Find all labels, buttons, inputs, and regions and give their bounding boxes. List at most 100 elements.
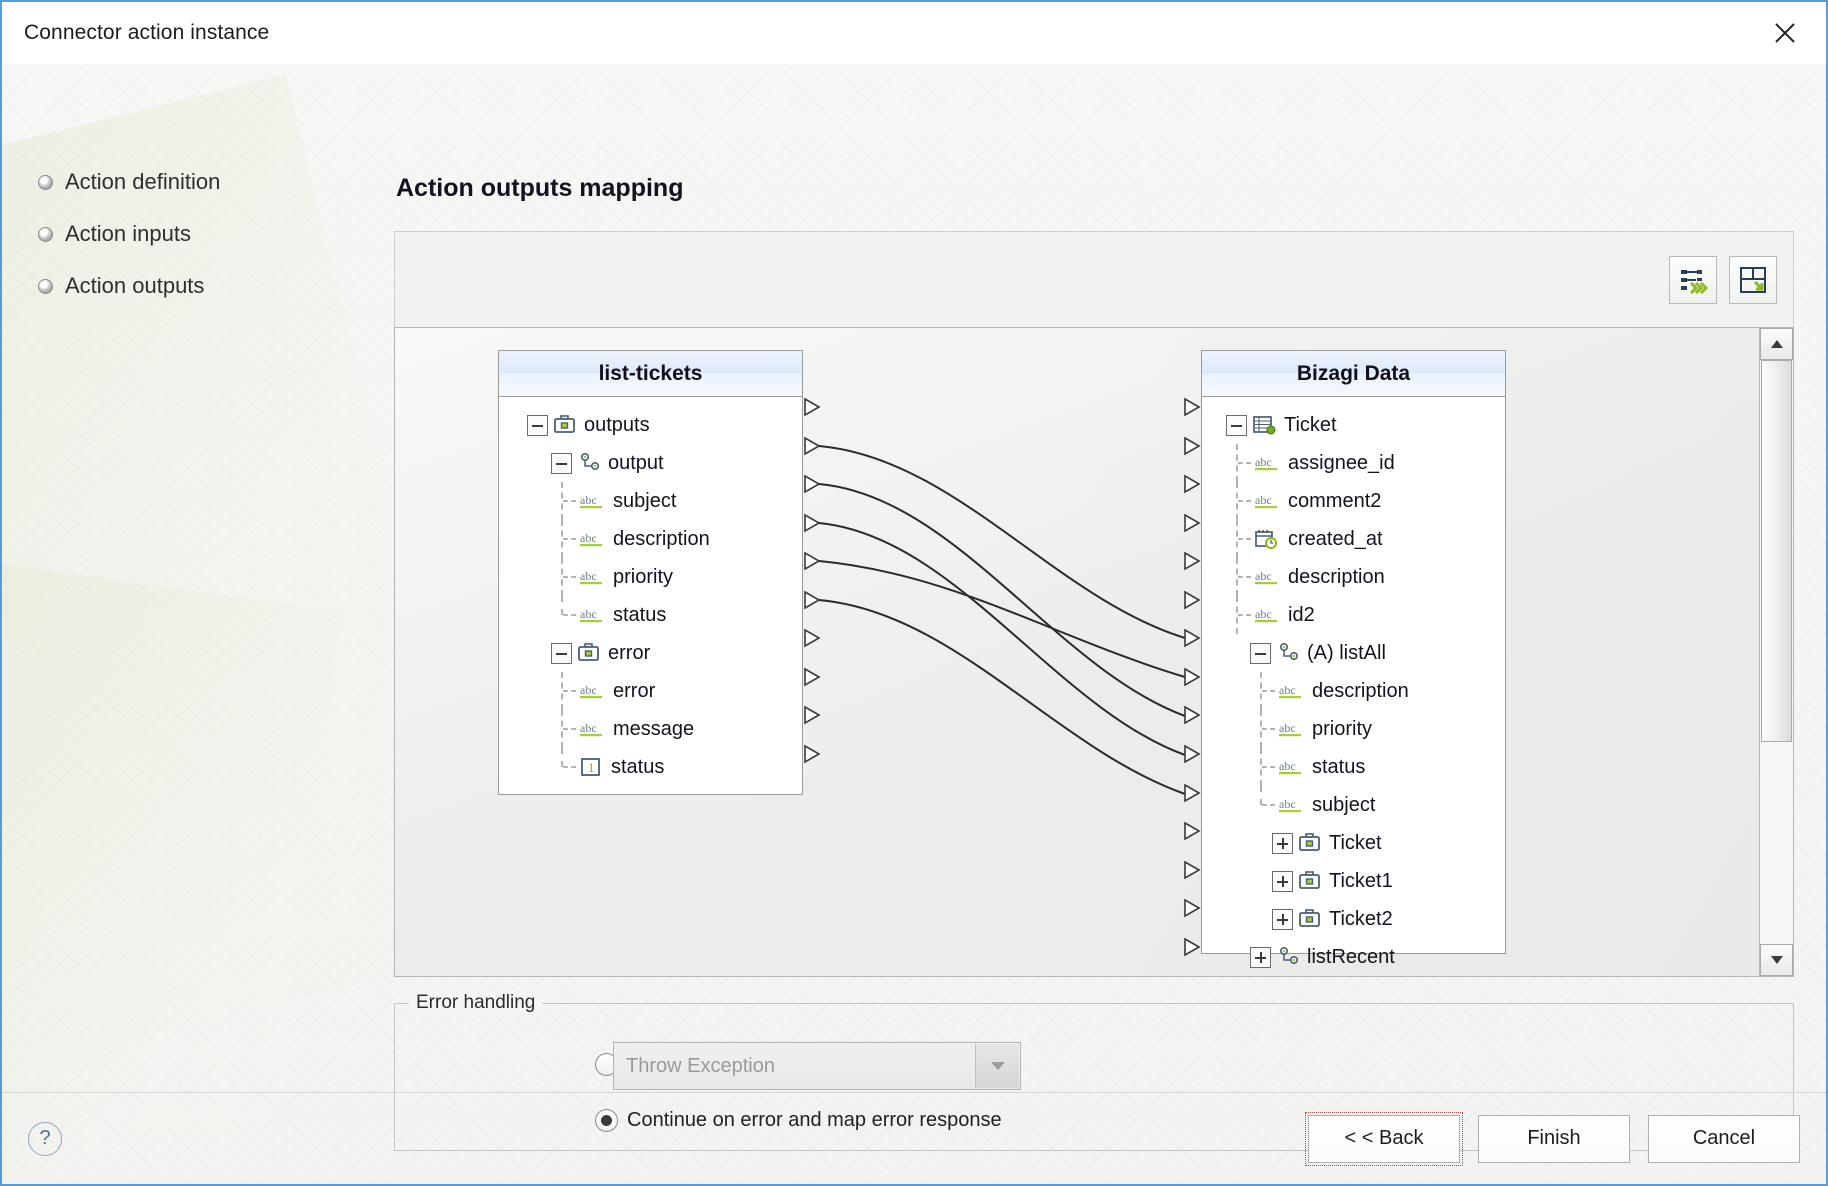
tree-node-assignee-id[interactable]: abc assignee_id [1202, 444, 1505, 482]
scrollbar-track[interactable] [1760, 360, 1793, 944]
tree-guide [1232, 558, 1254, 596]
tree-guide [557, 558, 579, 596]
sidebar-item-action-definition[interactable]: Action definition [38, 156, 338, 208]
tree-node-listall-status[interactable]: abc status [1202, 748, 1505, 786]
scrollbar-thumb[interactable] [1761, 360, 1792, 742]
help-icon[interactable]: ? [28, 1121, 62, 1156]
scroll-up-icon[interactable] [1760, 328, 1793, 360]
target-tree-nodes: Ticket abc assignee_id abc comment2 crea… [1202, 397, 1505, 976]
tree-node-listall[interactable]: (A) listAll [1202, 634, 1505, 672]
tree-node-status-number[interactable]: 1 status [499, 748, 802, 786]
tree-node-comment2[interactable]: abc comment2 [1202, 482, 1505, 520]
tree-node-outputs[interactable]: outputs [499, 406, 802, 444]
expander-icon[interactable] [551, 452, 572, 474]
expander-icon[interactable] [1272, 832, 1293, 854]
tree-guide [1256, 748, 1278, 786]
tree-guide [1256, 786, 1278, 824]
sidebar-item-label: Action inputs [65, 221, 191, 246]
tree-node-label: error [608, 641, 651, 664]
cancel-button[interactable]: Cancel [1648, 1114, 1800, 1163]
tree-guide [557, 748, 579, 786]
expander-icon[interactable] [551, 642, 572, 664]
tree-node-ticket-entity[interactable]: Ticket [1202, 406, 1505, 444]
source-tree-title: list-tickets [499, 351, 802, 397]
svg-text:abc: abc [1279, 683, 1296, 697]
svg-text:abc: abc [580, 569, 597, 583]
back-button[interactable]: < < Back [1305, 1111, 1463, 1166]
tree-node-priority[interactable]: abc priority [499, 558, 802, 596]
abc-icon: abc [579, 681, 605, 701]
svg-text:abc: abc [580, 683, 597, 697]
svg-text:1: 1 [588, 760, 595, 775]
expander-icon[interactable] [1272, 908, 1293, 930]
sidebar-item-action-outputs[interactable]: Action outputs [38, 260, 338, 312]
auto-link-icon[interactable] [1669, 255, 1717, 304]
expander-icon[interactable] [1226, 414, 1247, 436]
sidebar-item-action-inputs[interactable]: Action inputs [38, 208, 338, 260]
tree-node-label: subject [1312, 793, 1376, 816]
expander-icon[interactable] [527, 414, 548, 436]
step-bullet-icon [38, 226, 53, 242]
tree-node-listall-description[interactable]: abc description [1202, 672, 1505, 710]
tree-node-ticket1[interactable]: Ticket1 [1202, 862, 1505, 900]
tree-node-label: Ticket1 [1329, 869, 1393, 892]
abc-icon: abc [1254, 605, 1280, 625]
svg-text:abc: abc [1255, 493, 1272, 507]
tree-guide [1232, 520, 1254, 558]
tree-guide [1256, 710, 1278, 748]
tree-node-label: Ticket2 [1329, 907, 1393, 930]
tree-node-label: output [608, 451, 664, 474]
dialog-body: Action definition Action inputs Action o… [2, 64, 1826, 1184]
tree-node-id2[interactable]: abc id2 [1202, 596, 1505, 634]
tree-node-listall-priority[interactable]: abc priority [1202, 710, 1505, 748]
tree-node-listrecent[interactable]: listRecent [1202, 938, 1505, 976]
sidebar-item-label: Action outputs [65, 273, 205, 298]
tree-node-label: priority [613, 565, 674, 588]
tree-node-status[interactable]: abc status [499, 596, 802, 634]
tree-node-description[interactable]: abc description [499, 520, 802, 558]
tree-node-description[interactable]: abc description [1202, 558, 1505, 596]
tree-node-label: listRecent [1307, 945, 1395, 968]
finish-button[interactable]: Finish [1478, 1114, 1630, 1163]
abc-icon: abc [579, 529, 605, 549]
abc-icon: abc [1254, 567, 1280, 587]
chevron-down-icon[interactable] [975, 1044, 1019, 1088]
dialog-window: Connector action instance Action definit… [0, 0, 1828, 1186]
tree-node-label: status [611, 755, 665, 778]
close-icon[interactable] [1762, 12, 1808, 54]
expander-icon[interactable] [1250, 642, 1271, 664]
scroll-down-icon[interactable] [1760, 944, 1793, 976]
error-action-select[interactable]: Throw Exception [613, 1042, 1021, 1090]
tree-node-label: message [613, 717, 695, 740]
target-tree-title: Bizagi Data [1202, 351, 1505, 397]
error-leads-to-row: An error leads to [395, 1038, 1793, 1090]
briefcase-icon [577, 642, 600, 664]
expander-icon[interactable] [1272, 870, 1293, 892]
save-layout-icon[interactable] [1729, 255, 1777, 304]
entity-icon [1252, 414, 1276, 436]
tree-guide [1232, 444, 1254, 482]
vertical-scrollbar[interactable] [1759, 328, 1793, 976]
tree-node-label: description [1312, 679, 1409, 702]
mapping-canvas[interactable]: list-tickets outputs output abc subject … [395, 328, 1759, 976]
abc-icon: abc [1254, 453, 1280, 473]
tree-node-created-at[interactable]: created_at [1202, 520, 1505, 558]
tree-node-ticket[interactable]: Ticket [1202, 824, 1505, 862]
tree-node-error-group[interactable]: error [499, 634, 802, 672]
tree-node-subject[interactable]: abc subject [499, 482, 802, 520]
expander-icon[interactable] [1250, 946, 1271, 968]
abc-icon: abc [1278, 681, 1304, 701]
tree-node-error[interactable]: abc error [499, 672, 802, 710]
briefcase-icon [553, 414, 576, 436]
tree-node-label: status [613, 603, 667, 626]
watermark-shape [2, 561, 344, 1184]
tree-node-output[interactable]: output [499, 444, 802, 482]
tree-node-label: Ticket [1284, 413, 1337, 436]
tree-node-ticket2[interactable]: Ticket2 [1202, 900, 1505, 938]
tree-node-label: Ticket [1329, 831, 1382, 854]
object-icon [1276, 642, 1299, 664]
tree-node-label: priority [1312, 717, 1373, 740]
tree-node-listall-subject[interactable]: abc subject [1202, 786, 1505, 824]
tree-node-message[interactable]: abc message [499, 710, 802, 748]
tree-guide [1232, 482, 1254, 520]
